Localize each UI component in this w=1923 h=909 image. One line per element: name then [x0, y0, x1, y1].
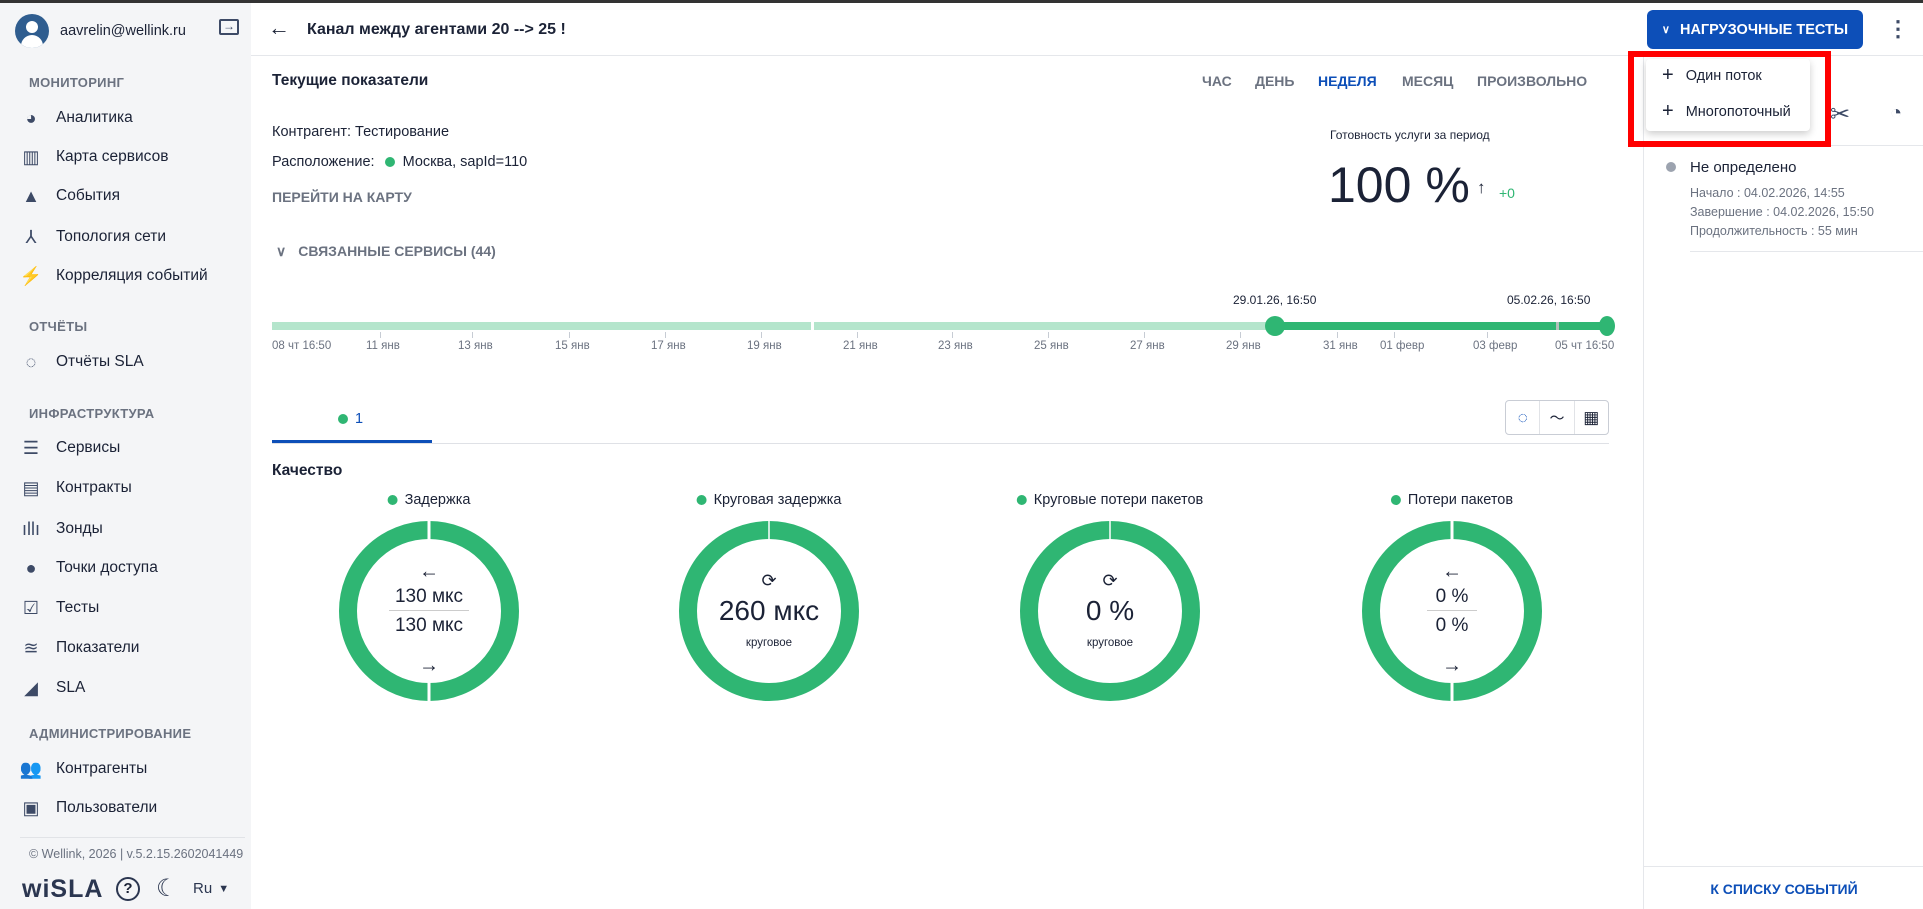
divider: [389, 610, 469, 611]
loss-backward: 0 %: [1435, 615, 1469, 636]
rtt-sub: круговое: [745, 637, 793, 649]
divider: [1644, 866, 1923, 867]
scissors-icon[interactable]: ✂: [1830, 100, 1850, 129]
arrow-right-icon: →: [1442, 654, 1462, 677]
event-end: Завершение : 04.02.2026, 15:50: [1690, 205, 1874, 219]
status-dot-grey: [1666, 162, 1676, 172]
delay-backward: 130 мкс: [394, 615, 464, 636]
divider: [1690, 251, 1923, 252]
divider: [1427, 610, 1477, 611]
arrow-left-icon: ←: [419, 560, 439, 583]
highlight-box: [1628, 51, 1831, 147]
round-loss-sub: круговое: [1086, 637, 1134, 649]
round-loss-value: 0 %: [1085, 595, 1135, 626]
event-status: Не определено: [1690, 159, 1797, 176]
rtt-value: 260 мкс: [718, 595, 820, 626]
sync-icon: ⟳: [1102, 570, 1118, 591]
event-start: Начало : 04.02.2026, 14:55: [1690, 186, 1845, 200]
events-list-link[interactable]: К СПИСКУ СОБЫТИЙ: [1644, 881, 1923, 897]
arrow-left-icon: ←: [1442, 560, 1462, 583]
delay-forward: 130 мкс: [394, 586, 464, 607]
events-panel: ✂ ◔ Не определено Начало : 04.02.2026, 1…: [1643, 56, 1923, 909]
arrow-right-icon: →: [419, 654, 439, 677]
event-duration: Продолжительность : 55 мин: [1690, 224, 1858, 238]
loss-forward: 0 %: [1435, 586, 1469, 607]
sync-icon: ⟳: [761, 570, 777, 591]
gauge-icon[interactable]: ◔: [1890, 102, 1902, 125]
